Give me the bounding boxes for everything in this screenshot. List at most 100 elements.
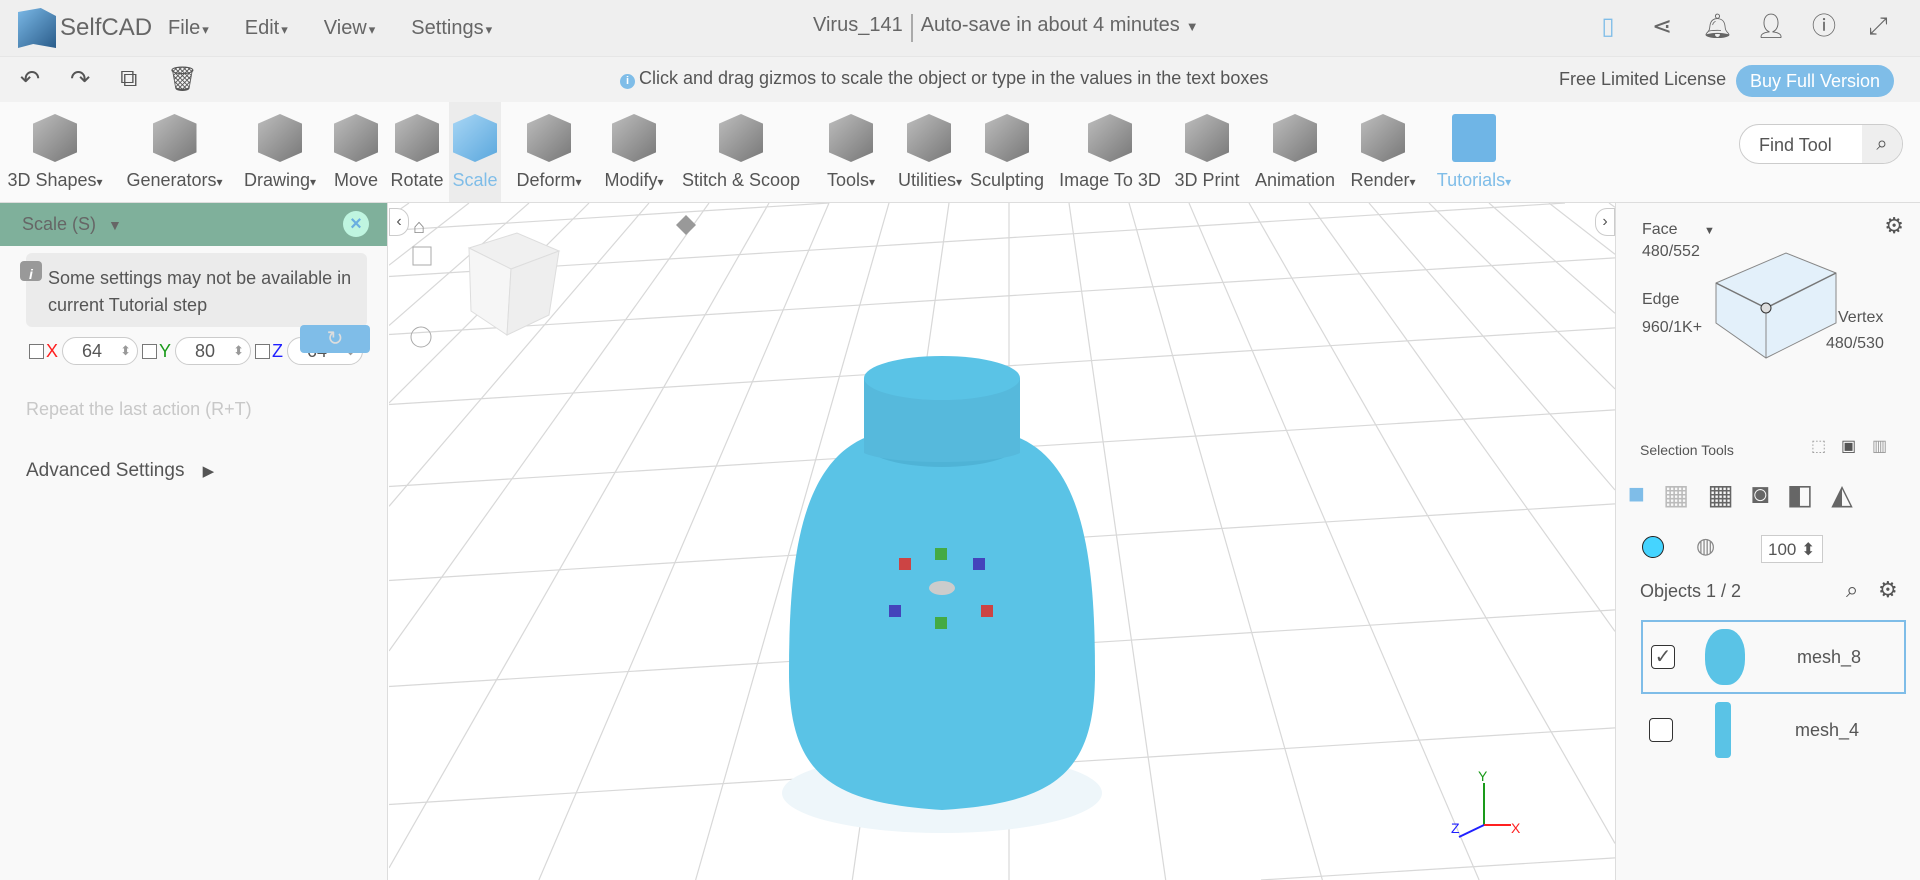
edge-select-icon[interactable]: ◙ xyxy=(1752,478,1769,511)
object-item[interactable]: ✓ mesh_8 xyxy=(1641,620,1906,694)
plane-select-icon[interactable]: ◭ xyxy=(1831,478,1853,511)
object-thumbnail xyxy=(1705,629,1745,685)
tool-rotate[interactable]: Rotate xyxy=(387,102,447,202)
sculpting-icon xyxy=(985,114,1029,162)
y-lock-checkbox[interactable] xyxy=(142,343,158,359)
autosave-status[interactable]: Auto-save in about 4 minutes xyxy=(921,14,1180,42)
tutorial-note: i Some settings may not be available in c… xyxy=(20,253,367,327)
edge-label[interactable]: Edge xyxy=(1642,291,1679,309)
animation-icon xyxy=(1273,114,1317,162)
home-icon[interactable]: ⌂ xyxy=(413,216,425,238)
tool-scale[interactable]: Scale xyxy=(449,102,501,202)
x-scale-input[interactable]: 64 xyxy=(62,337,139,365)
x-label: X xyxy=(46,340,59,361)
find-tool-placeholder: Find Tool xyxy=(1759,135,1832,155)
save-icon[interactable]: ▯ xyxy=(1594,12,1622,42)
scale-panel: Scale (S) ▼ × i Some settings may not be av… xyxy=(0,203,388,880)
x-lock-checkbox[interactable] xyxy=(29,343,44,359)
tool-render[interactable]: Render xyxy=(1346,102,1420,202)
tool-modify[interactable]: Modify xyxy=(596,102,672,202)
tutorials-icon xyxy=(1452,114,1496,162)
tool-move[interactable]: Move xyxy=(328,102,384,202)
tool-deform[interactable]: Deform xyxy=(506,102,592,202)
tool-3d-print[interactable]: 3D Print xyxy=(1170,102,1244,202)
menu-file[interactable]: File xyxy=(168,17,209,40)
select-hidden-icon[interactable]: ▥ xyxy=(1872,436,1887,456)
z-lock-checkbox[interactable] xyxy=(255,343,271,359)
close-icon[interactable]: × xyxy=(343,211,369,237)
texture-icon[interactable]: ◍ xyxy=(1696,533,1715,559)
tool-sculpting[interactable]: Sculpting xyxy=(964,102,1050,202)
delete-icon[interactable]: 🗑︎ xyxy=(167,65,197,94)
tool-stitch-scoop[interactable]: Stitch & Scoop xyxy=(676,102,806,202)
viewport-scene[interactable]: ⌂ Y X Z xyxy=(389,203,1615,880)
tool-3d-shapes[interactable]: 3D Shapes xyxy=(0,102,110,202)
menu-settings[interactable]: Settings xyxy=(411,17,492,40)
tool-label: 3D Shapes xyxy=(7,170,102,190)
fit-view-icon[interactable] xyxy=(412,246,432,266)
opacity-input[interactable]: 100 ⬍ xyxy=(1761,535,1823,563)
app-name: SelfCAD xyxy=(60,14,153,41)
axes-indicator: Y X Z xyxy=(1451,768,1521,838)
tool-label: Drawing xyxy=(244,170,316,190)
find-tool-input[interactable]: Find Tool ⌕ xyxy=(1739,124,1903,164)
logo[interactable]: SelfCAD xyxy=(18,8,168,48)
tool-label: 3D Print xyxy=(1174,170,1240,190)
grid-line xyxy=(389,203,770,869)
vertex-select-icon[interactable]: ▦ xyxy=(1663,478,1689,511)
panel-header[interactable]: Scale (S) ▼ × xyxy=(0,203,387,246)
gear-icon[interactable]: ⚙ xyxy=(1884,213,1904,239)
copy-icon[interactable]: ⧉ xyxy=(120,65,137,94)
color-picker[interactable] xyxy=(1642,536,1664,558)
3d-viewport[interactable]: ⌂ Y X Z ‹ › xyxy=(389,203,1615,880)
solid-select-icon[interactable]: ◧ xyxy=(1787,478,1813,511)
vertex-label[interactable]: Vertex xyxy=(1838,309,1883,327)
orbit-icon[interactable] xyxy=(410,326,432,348)
bell-icon[interactable]: 🔔︎ xyxy=(1702,12,1732,42)
camera-icon[interactable] xyxy=(676,215,696,235)
grid-line xyxy=(1128,203,1323,880)
grid-line xyxy=(1428,203,1615,390)
fullscreen-icon[interactable]: ⤢ xyxy=(1864,12,1892,42)
chevron-down-icon[interactable]: ▼ xyxy=(1186,19,1199,42)
undo-icon[interactable]: ↶ xyxy=(20,65,40,94)
object-item[interactable]: mesh_4 xyxy=(1641,693,1906,767)
redo-icon[interactable]: ↷ xyxy=(70,65,90,94)
buy-full-version-button[interactable]: Buy Full Version xyxy=(1736,65,1894,97)
repeat-button[interactable]: ↻ xyxy=(300,325,370,353)
selection-mode-dropdown[interactable]: Face ▼ xyxy=(1642,221,1715,239)
y-scale-input[interactable]: 80 xyxy=(175,337,252,365)
vertex-count: 480/530 xyxy=(1826,335,1884,352)
advanced-settings-toggle[interactable]: Advanced Settings xyxy=(26,460,387,482)
tool-drawing[interactable]: Drawing xyxy=(235,102,325,202)
menu-edit[interactable]: Edit xyxy=(245,17,288,40)
info-icon[interactable]: ⓘ xyxy=(1810,12,1838,42)
search-icon[interactable]: ⌕ xyxy=(1862,125,1902,163)
tool-tutorials[interactable]: Tutorials xyxy=(1429,102,1519,202)
object-select-icon[interactable]: ■ xyxy=(1628,478,1645,511)
document-title[interactable]: Virus_141 xyxy=(813,14,903,42)
chevron-down-icon[interactable]: ▼ xyxy=(108,217,122,233)
user-icon[interactable]: 👤︎ xyxy=(1756,12,1786,42)
collapse-left-panel-button[interactable]: ‹ xyxy=(389,208,409,236)
search-icon[interactable]: ⌕ xyxy=(1846,577,1858,603)
tool-image-to-3d[interactable]: Image To 3D xyxy=(1054,102,1166,202)
face-select-icon[interactable]: ▦ xyxy=(1707,478,1733,511)
box-select-icon[interactable]: ⬚ xyxy=(1811,436,1826,456)
share-icon[interactable]: ⋖ xyxy=(1648,12,1676,42)
object-thumbnail xyxy=(1715,702,1731,758)
tool-animation[interactable]: Animation xyxy=(1247,102,1343,202)
select-through-icon[interactable]: ▣ xyxy=(1841,436,1856,456)
tool-tools[interactable]: Tools xyxy=(808,102,894,202)
tool-utilities[interactable]: Utilities xyxy=(898,102,962,202)
menu-view[interactable]: View xyxy=(324,17,376,40)
license-label: Free Limited License xyxy=(1559,69,1727,89)
object-checkbox[interactable]: ✓ xyxy=(1651,645,1675,669)
tool-label: Utilities xyxy=(898,170,962,190)
object-checkbox[interactable] xyxy=(1649,718,1673,742)
collapse-right-panel-button[interactable]: › xyxy=(1595,208,1615,236)
gear-icon[interactable]: ⚙ xyxy=(1878,577,1898,603)
tool-generators[interactable]: Generators xyxy=(117,102,232,202)
view-cube[interactable] xyxy=(467,232,561,336)
tool-label: Animation xyxy=(1254,170,1336,190)
